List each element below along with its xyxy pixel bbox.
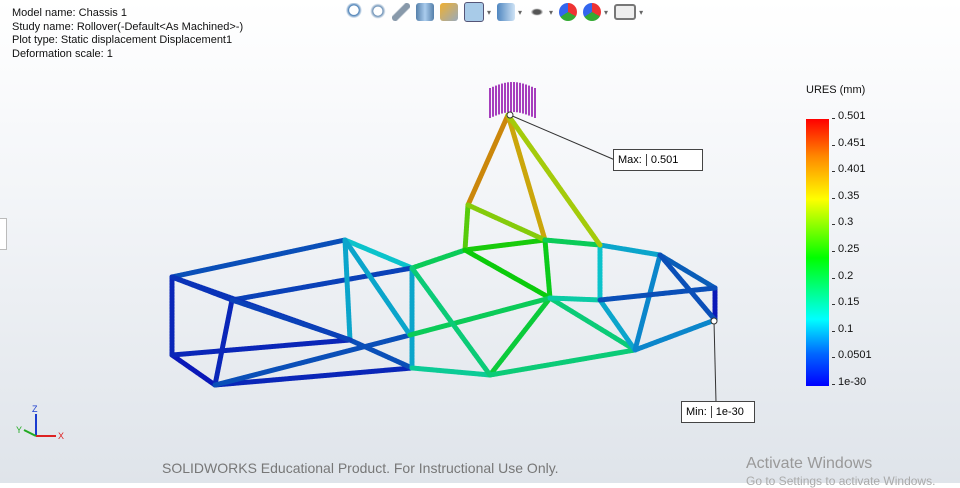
frame-member: [409, 247, 468, 271]
frame-member: [632, 252, 663, 353]
legend-tick-label: 0.3: [831, 216, 854, 229]
legend-tick-label: 0.401: [832, 163, 866, 176]
max-label: Max:: [618, 154, 642, 166]
legend-tick-label: 0.451: [832, 136, 866, 149]
frame-member: [229, 297, 353, 343]
triad-z-label: Z: [32, 404, 38, 414]
frame-member: [169, 237, 348, 280]
min-leader-line: [713, 320, 717, 403]
legend-tick-label: 0.0501: [832, 349, 872, 362]
frame-member: [407, 295, 553, 338]
frame-member: [409, 365, 493, 378]
triad: Z X Y: [16, 404, 64, 441]
activate-windows-title: Activate Windows: [746, 455, 873, 472]
legend-tick-label: 0.25: [831, 243, 860, 255]
min-callout: Min: 1e-30: [681, 401, 755, 423]
frame-member: [632, 317, 718, 353]
legend-tick-label: 1e-30: [831, 376, 867, 388]
frame-member: [462, 202, 471, 253]
max-value: 0.501: [645, 154, 703, 166]
frame-member: [212, 297, 235, 388]
activate-windows-sub: Go to Settings to activate Windows.: [746, 474, 936, 488]
frame-member: [169, 352, 218, 388]
graphics-viewport[interactable]: Model name: Chassis 1 Study name: Rollov…: [0, 0, 960, 488]
triad-y-label: Y: [16, 425, 22, 435]
frame-member: [542, 237, 553, 301]
frame-member: [465, 112, 511, 208]
legend-tick-label: 0.501: [832, 110, 866, 122]
frame-member: [409, 265, 493, 378]
frame-member: [547, 295, 638, 353]
frame-member: [342, 237, 353, 343]
min-value: 1e-30: [710, 406, 754, 418]
frame-member: [465, 202, 548, 243]
frame-member: [657, 252, 718, 291]
frame-member: [597, 242, 663, 258]
legend-tick-label: 0.2: [831, 269, 854, 282]
legend-tick-label: 0.15: [831, 296, 860, 309]
frame-member: [462, 237, 548, 253]
legend-title: URES (mm): [806, 84, 866, 96]
frame-member: [462, 247, 553, 301]
frame-member: [169, 337, 353, 358]
frame-member: [487, 347, 638, 378]
color-legend-bar[interactable]: [806, 119, 829, 386]
frame-member: [505, 112, 603, 248]
triad-x-label: X: [58, 431, 64, 441]
frame-member: [505, 112, 548, 243]
legend-tick-label: 0.1: [831, 322, 854, 335]
legend-tick-label: 0.35: [831, 189, 860, 202]
max-callout: Max: 0.501: [613, 149, 704, 171]
min-label: Min:: [686, 406, 707, 418]
frame-member: [597, 297, 638, 353]
frame-member: [547, 295, 603, 303]
educational-watermark: SOLIDWORKS Educational Product. For Inst…: [162, 460, 559, 476]
frame-member: [542, 237, 603, 248]
